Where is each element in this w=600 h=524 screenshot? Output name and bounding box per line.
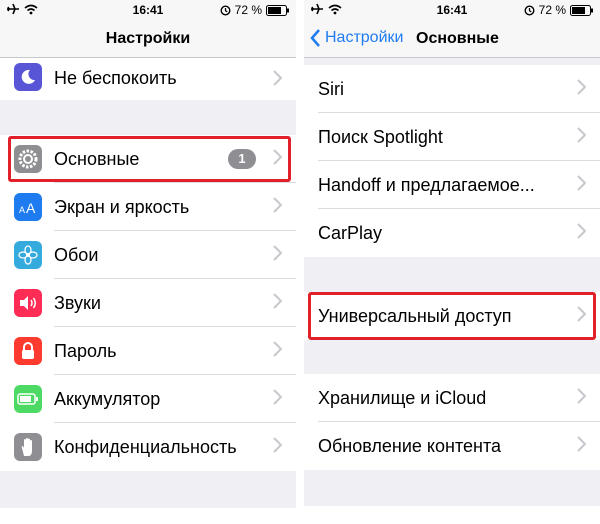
- general-item-storage[interactable]: Хранилище и iCloud: [304, 374, 600, 422]
- page-title: Основные: [416, 30, 499, 47]
- chevron-right-icon: [273, 341, 282, 357]
- highlight-box: [8, 136, 291, 182]
- settings-item-passcode[interactable]: Пароль: [0, 327, 296, 375]
- settings-item-battery[interactable]: Аккумулятор: [0, 375, 296, 423]
- alarm-icon: [220, 4, 231, 16]
- nav-bar: Настройки: [0, 20, 296, 58]
- chevron-right-icon: [577, 127, 586, 143]
- chevron-left-icon: [310, 29, 320, 47]
- chevron-right-icon: [577, 223, 586, 239]
- chevron-right-icon: [273, 245, 282, 261]
- chevron-right-icon: [273, 197, 282, 213]
- general-item-handoff[interactable]: Handoff и предлагаемое...: [304, 161, 600, 209]
- battery-icon: [570, 4, 593, 16]
- chevron-right-icon: [273, 389, 282, 405]
- general-item-label: CarPlay: [318, 223, 383, 243]
- moon-icon: [14, 63, 42, 91]
- svg-text:A: A: [19, 205, 25, 214]
- settings-item-label: Звуки: [54, 293, 101, 313]
- settings-item-label: Конфиденциальность: [54, 437, 237, 457]
- chevron-right-icon: [273, 70, 282, 86]
- general-item-background-refresh[interactable]: Обновление контента: [304, 422, 600, 470]
- general-item-label: Поиск Spotlight: [318, 127, 443, 147]
- chevron-right-icon: [577, 175, 586, 191]
- battery-percent: 72 %: [538, 3, 566, 17]
- general-item-spotlight[interactable]: Поиск Spotlight: [304, 113, 600, 161]
- chevron-right-icon: [273, 437, 282, 453]
- battery-percent: 72 %: [234, 3, 262, 17]
- general-item-siri[interactable]: Siri: [304, 65, 600, 113]
- settings-item-sounds[interactable]: Звуки: [0, 279, 296, 327]
- general-item-label: Хранилище и iCloud: [318, 388, 487, 408]
- chevron-right-icon: [577, 436, 586, 452]
- chevron-right-icon: [273, 293, 282, 309]
- settings-item-privacy[interactable]: Конфиденциальность: [0, 423, 296, 471]
- settings-item-wallpaper[interactable]: Обои: [0, 231, 296, 279]
- settings-item-label: Пароль: [54, 341, 117, 361]
- status-bar: 16:41 72 %: [0, 0, 296, 20]
- general-item-label: Handoff и предлагаемое...: [318, 175, 535, 195]
- settings-item-label: Аккумулятор: [54, 389, 161, 409]
- nav-bar: Настройки Основные: [304, 20, 600, 58]
- settings-item-do-not-disturb[interactable]: Не беспокоить: [0, 58, 296, 100]
- settings-item-label: Экран и яркость: [54, 197, 190, 217]
- settings-screen: 16:41 72 % Настройки Не беспокоить Основ…: [0, 0, 296, 524]
- battery-icon: [14, 385, 42, 413]
- general-screen: 16:41 72 % Настройки Основные Siri Поиск…: [304, 0, 600, 524]
- back-button-label: Настройки: [325, 29, 404, 46]
- general-item-carplay[interactable]: CarPlay: [304, 209, 600, 257]
- back-button[interactable]: Настройки: [310, 29, 403, 47]
- general-item-label: Обновление контента: [318, 436, 502, 456]
- battery-icon: [266, 4, 289, 16]
- chevron-right-icon: [577, 79, 586, 95]
- hand-icon: [14, 433, 42, 461]
- svg-text:A: A: [26, 200, 36, 214]
- settings-item-label: Обои: [54, 245, 99, 265]
- flower-icon: [14, 241, 42, 269]
- list-item[interactable]: [304, 506, 600, 524]
- status-bar: 16:41 72 %: [304, 0, 600, 20]
- page-title: Настройки: [105, 30, 191, 47]
- general-item-label: Siri: [318, 79, 344, 99]
- list-item[interactable]: [0, 508, 296, 524]
- text-size-icon: AA: [14, 193, 42, 221]
- alarm-icon: [524, 4, 535, 16]
- chevron-right-icon: [577, 388, 586, 404]
- lock-icon: [14, 337, 42, 365]
- highlight-box: [308, 292, 596, 340]
- speaker-icon: [14, 289, 42, 317]
- settings-item-label: Не беспокоить: [54, 68, 177, 88]
- settings-item-display[interactable]: AA Экран и яркость: [0, 183, 296, 231]
